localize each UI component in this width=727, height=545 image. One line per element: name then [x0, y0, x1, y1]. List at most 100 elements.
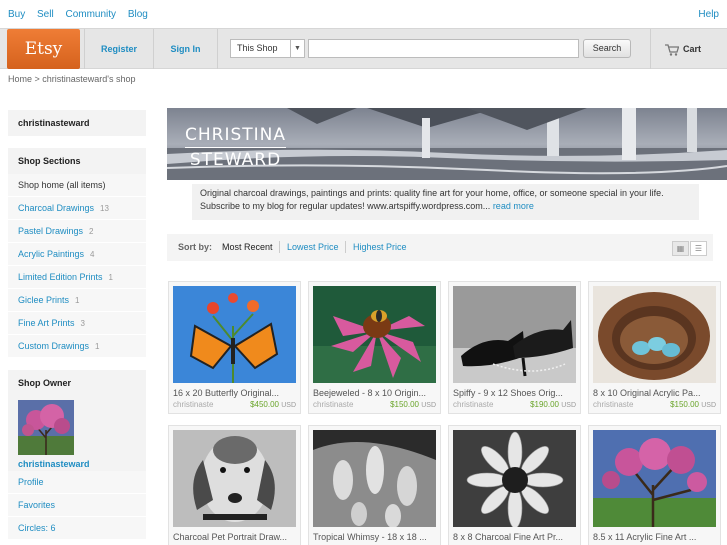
owner-avatar[interactable] — [18, 400, 74, 455]
listing-card[interactable]: Charcoal Pet Portrait Draw... — [168, 425, 301, 545]
nav-help-link[interactable]: Help — [698, 9, 719, 20]
listing-card[interactable]: 8.5 x 11 Acrylic Fine Art ... — [588, 425, 721, 545]
sidebar-item-profile[interactable]: Profile — [8, 471, 146, 494]
sidebar-item-custom-drawings[interactable]: Custom Drawings 1 — [8, 335, 146, 358]
listing-thumbnail-shoes[interactable] — [453, 286, 576, 383]
nav-sell-link[interactable]: Sell — [37, 9, 54, 20]
listing-price-value: $450.00 — [250, 400, 279, 409]
listing-seller[interactable]: christinaste — [453, 400, 493, 409]
search-scope-value: This Shop — [237, 43, 278, 53]
sidebar-item-fine-art-prints[interactable]: Fine Art Prints 3 — [8, 312, 146, 335]
listing-meta: christinaste $150.00 USD — [313, 400, 436, 410]
sidebar-item-label: Charcoal Drawings — [18, 203, 95, 213]
listing-title[interactable]: 16 x 20 Butterfly Original... — [173, 388, 296, 398]
search-button[interactable]: Search — [583, 39, 631, 58]
listing-thumbnail-nest[interactable] — [593, 286, 716, 383]
sidebar-item-label: Pastel Drawings — [18, 226, 84, 236]
sidebar-item-pastel-drawings[interactable]: Pastel Drawings 2 — [8, 220, 146, 243]
sidebar-item-charcoal-drawings[interactable]: Charcoal Drawings 13 — [8, 197, 146, 220]
sort-highest-price[interactable]: Highest Price — [353, 242, 407, 252]
banner-title-line2: STEWARD — [189, 150, 282, 170]
listing-card[interactable]: 8 x 8 Charcoal Fine Art Pr... — [448, 425, 581, 545]
listing-card[interactable]: 16 x 20 Butterfly Original... christinas… — [168, 281, 301, 414]
listing-title[interactable]: 8 x 10 Original Acrylic Pa... — [593, 388, 716, 398]
site-header: Etsy Register Sign In This Shop ▼ Search… — [0, 28, 727, 69]
top-nav-links: Buy Sell Community Blog — [8, 9, 157, 20]
top-nav: Buy Sell Community Blog Help — [0, 0, 727, 28]
shop-description-text: Original charcoal drawings, paintings an… — [200, 188, 664, 211]
listing-title[interactable]: Tropical Whimsy - 18 x 18 ... — [313, 532, 436, 542]
listing-seller[interactable]: christinaste — [593, 400, 633, 409]
sidebar-item-count: 1 — [95, 342, 100, 351]
listing-card[interactable]: Spiffy - 9 x 12 Shoes Orig... christinas… — [448, 281, 581, 414]
cart-button[interactable]: Cart — [650, 29, 727, 69]
sign-in-button[interactable]: Sign In — [154, 29, 218, 69]
sidebar-item-circles[interactable]: Circles: 6 — [8, 517, 146, 540]
sidebar-item-label: Favorites — [18, 500, 56, 510]
nav-blog-link[interactable]: Blog — [128, 9, 148, 20]
cart-label: Cart — [683, 44, 702, 54]
listing-currency: USD — [281, 402, 296, 409]
shop-owner-box: christinasteward — [8, 396, 146, 471]
listing-price: $190.00 USD — [530, 400, 576, 409]
sidebar-item-count: 3 — [80, 319, 85, 328]
owner-name-link[interactable]: christinasteward — [18, 459, 136, 469]
sidebar-item-label: Fine Art Prints — [18, 318, 75, 328]
listing-price-value: $150.00 — [670, 400, 699, 409]
listing-meta: christinaste $450.00 USD — [173, 400, 296, 410]
list-view-icon[interactable]: ☰ — [690, 241, 707, 256]
listing-title[interactable]: 8.5 x 11 Acrylic Fine Art ... — [593, 532, 716, 542]
search-input[interactable] — [308, 39, 579, 58]
listing-thumbnail-beagle[interactable] — [173, 430, 296, 527]
chevron-down-icon[interactable]: ▼ — [290, 40, 304, 57]
listing-title[interactable]: Charcoal Pet Portrait Draw... — [173, 532, 296, 542]
read-more-link[interactable]: read more — [493, 201, 534, 211]
sidebar-item-shop-home[interactable]: Shop home (all items) — [8, 174, 146, 197]
listing-meta: christinaste $190.00 USD — [453, 400, 576, 410]
listing-thumbnail-tropical-leaf[interactable] — [313, 430, 436, 527]
nav-buy-link[interactable]: Buy — [8, 9, 25, 20]
grid-view-icon[interactable]: ▦ — [672, 241, 689, 256]
shop-sections-heading: Shop Sections — [8, 148, 146, 174]
sidebar-item-giclee-prints[interactable]: Giclee Prints 1 — [8, 289, 146, 312]
sidebar-item-favorites[interactable]: Favorites — [8, 494, 146, 517]
listing-currency: USD — [561, 402, 576, 409]
register-button[interactable]: Register — [84, 29, 154, 69]
listing-thumbnail-coneflower[interactable] — [313, 286, 436, 383]
listing-title[interactable]: Spiffy - 9 x 12 Shoes Orig... — [453, 388, 576, 398]
sort-lowest-price[interactable]: Lowest Price — [287, 242, 339, 252]
listing-card[interactable]: 8 x 10 Original Acrylic Pa... christinas… — [588, 281, 721, 414]
nav-community-link[interactable]: Community — [65, 9, 116, 20]
listing-currency: USD — [701, 402, 716, 409]
sidebar-item-count: 13 — [100, 204, 109, 213]
listing-price-value: $150.00 — [390, 400, 419, 409]
sidebar-item-label: Custom Drawings — [18, 341, 90, 351]
listing-seller[interactable]: christinaste — [173, 400, 213, 409]
sidebar-item-count: 2 — [89, 227, 94, 236]
listing-card[interactable]: Beejeweled - 8 x 10 Origin... christinas… — [308, 281, 441, 414]
search-scope-select[interactable]: This Shop ▼ — [230, 39, 305, 58]
listing-thumbnail-redbud-tree[interactable] — [593, 430, 716, 527]
listing-thumbnail-flower-charcoal[interactable] — [453, 430, 576, 527]
listing-seller[interactable]: christinaste — [313, 400, 353, 409]
etsy-logo[interactable]: Etsy — [7, 29, 80, 69]
shop-owner-heading: Shop Owner — [8, 370, 146, 396]
sort-divider — [279, 241, 280, 253]
listing-card[interactable]: Tropical Whimsy - 18 x 18 ... — [308, 425, 441, 545]
listing-title[interactable]: Beejeweled - 8 x 10 Origin... — [313, 388, 436, 398]
listing-title[interactable]: 8 x 8 Charcoal Fine Art Pr... — [453, 532, 576, 542]
sort-divider — [345, 241, 346, 253]
shop-banner: CHRISTINA STEWARD — [167, 108, 727, 180]
listing-price: $150.00 USD — [390, 400, 436, 409]
sidebar-item-label: Shop home (all items) — [18, 180, 106, 190]
sort-label: Sort by: — [178, 242, 213, 252]
sidebar-item-label: Circles: 6 — [18, 523, 56, 533]
listing-price: $150.00 USD — [670, 400, 716, 409]
sidebar-item-acrylic-paintings[interactable]: Acrylic Paintings 4 — [8, 243, 146, 266]
banner-divider — [185, 147, 287, 148]
sort-most-recent[interactable]: Most Recent — [222, 242, 273, 252]
listing-meta: christinaste $150.00 USD — [593, 400, 716, 410]
listing-thumbnail-butterfly[interactable] — [173, 286, 296, 383]
sidebar-item-label: Profile — [18, 477, 44, 487]
sidebar-item-limited-edition-prints[interactable]: Limited Edition Prints 1 — [8, 266, 146, 289]
